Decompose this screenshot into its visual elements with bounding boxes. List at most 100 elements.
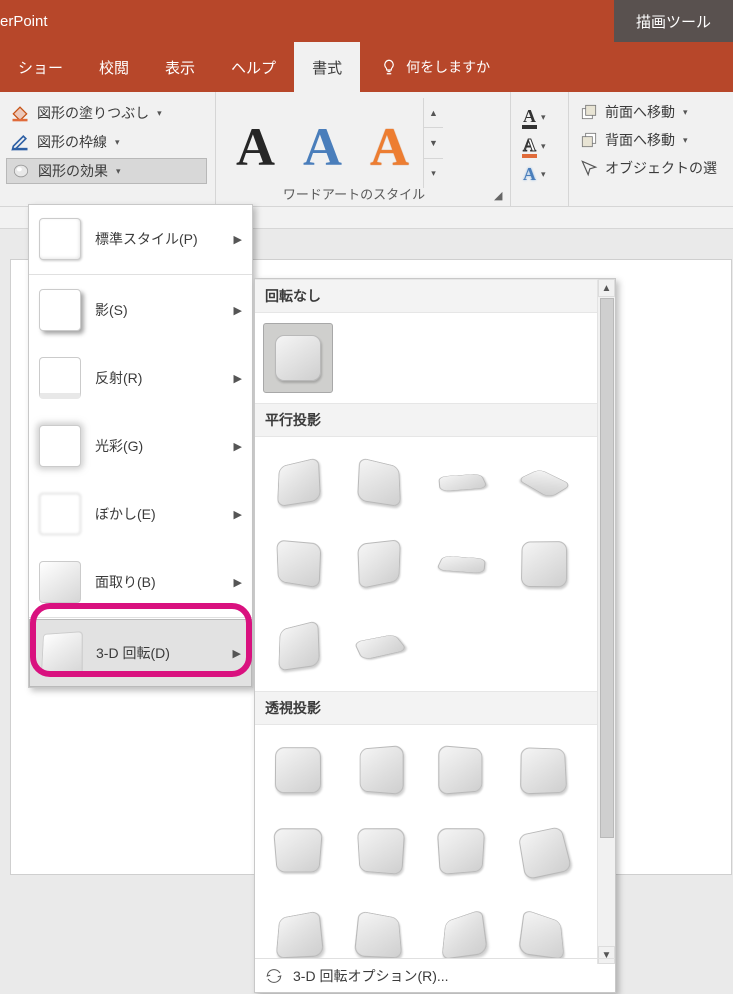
chevron-down-icon: ▾ (683, 135, 688, 146)
wordart-group-label: ワードアートのスタイル (216, 184, 492, 203)
text-fill-button[interactable]: A▾ (523, 106, 554, 129)
rotation-none-tile[interactable] (263, 323, 333, 393)
tell-me[interactable]: 何をしますか (360, 42, 490, 92)
rotation-parallel-tile[interactable] (509, 529, 579, 599)
tab-review[interactable]: 校閲 (81, 42, 147, 92)
rotation-parallel-tile[interactable] (427, 529, 497, 599)
fx-shadow[interactable]: 影(S) ▶ (29, 276, 252, 344)
rotation-parallel-tile[interactable] (345, 447, 415, 517)
wordart-style-2[interactable]: A (303, 116, 342, 178)
group-launcher-icon[interactable]: ◢ (494, 189, 506, 201)
rotation-perspective-tile[interactable] (509, 817, 579, 887)
fx-3d-rotation[interactable]: 3-D 回転(D) ▶ (29, 619, 252, 687)
ribbon: 図形の塗りつぶし ▾ 図形の枠線 ▾ 図形の効果 ▾ A (0, 92, 733, 207)
gallery-scrollbar[interactable]: ▲ ▼ (597, 279, 615, 964)
fx-bevel-label: 面取り(B) (95, 572, 156, 592)
rotation-perspective-tile[interactable] (263, 899, 333, 958)
rotation-perspective-tile[interactable] (345, 735, 415, 805)
rotation-parallel-tile[interactable] (509, 447, 579, 517)
gallery-spinner[interactable]: ▲ ▼ ▾ (423, 98, 443, 188)
section-perspective: 透視投影 (255, 691, 597, 725)
scroll-track[interactable] (600, 297, 614, 946)
chevron-down-icon: ▾ (115, 137, 120, 148)
reflection-thumb-icon (39, 357, 81, 399)
chevron-right-icon: ▶ (233, 647, 241, 660)
shape-effects-menu: 標準スタイル(P) ▶ 影(S) ▶ 反射(R) ▶ 光彩(G) ▶ ぼかし(E… (28, 204, 253, 688)
chevron-down-icon: ▾ (157, 108, 162, 119)
rotation-parallel-tile[interactable] (263, 611, 333, 681)
gallery-down-icon[interactable]: ▼ (424, 128, 443, 158)
bring-front-label: 前面へ移動 (605, 102, 675, 122)
rotation-options-button[interactable]: 3-D 回転オプション(R)... (255, 958, 615, 992)
fx-reflection-label: 反射(R) (95, 368, 142, 388)
rotation-options-label: 3-D 回転オプション(R)... (293, 966, 449, 986)
text-fill-group: A▾ A▾ A▾ (511, 92, 569, 206)
rotation-perspective-tile[interactable] (427, 817, 497, 887)
rotation-perspective-tile[interactable] (427, 899, 497, 958)
text-effects-button[interactable]: A▾ (523, 164, 554, 185)
text-outline-icon: A (523, 135, 536, 158)
fx-preset[interactable]: 標準スタイル(P) ▶ (29, 205, 252, 273)
rotation-parallel-tile[interactable] (345, 611, 415, 681)
bring-front-button[interactable]: 前面へ移動 ▾ (575, 98, 727, 126)
rotation-parallel-tile[interactable] (345, 529, 415, 599)
rotation-perspective-tile[interactable] (263, 735, 333, 805)
text-outline-button[interactable]: A▾ (523, 135, 554, 158)
lightbulb-icon (380, 58, 398, 76)
shape-effects-button[interactable]: 図形の効果 ▾ (6, 158, 207, 184)
wordart-gallery[interactable]: A A A (222, 98, 423, 188)
rotation-perspective-tile[interactable] (509, 899, 579, 958)
wordart-style-3[interactable]: A (370, 116, 409, 178)
rotation-parallel-tile[interactable] (427, 447, 497, 517)
fx-preset-label: 標準スタイル(P) (95, 229, 198, 249)
rotation-perspective-tile[interactable] (427, 735, 497, 805)
selection-pane-label: オブジェクトの選 (605, 158, 717, 178)
rotation-parallel-tile[interactable] (263, 529, 333, 599)
fx-3d-rotation-label: 3-D 回転(D) (96, 643, 170, 663)
bevel-thumb-icon (39, 561, 81, 603)
bring-front-icon (579, 102, 599, 122)
rotation-perspective-tile[interactable] (345, 817, 415, 887)
chevron-right-icon: ▶ (234, 233, 242, 246)
fx-soft-edges-label: ぼかし(E) (95, 504, 156, 524)
rotation-gallery-body: 回転なし 平行投影 透視投影 (255, 279, 597, 958)
fx-glow[interactable]: 光彩(G) ▶ (29, 412, 252, 480)
tab-help[interactable]: ヘルプ (213, 42, 294, 92)
arrange-group: 前面へ移動 ▾ 背面へ移動 ▾ オブジェクトの選 (569, 92, 733, 206)
preset-thumb-icon (39, 218, 81, 260)
gallery-up-icon[interactable]: ▲ (424, 98, 443, 128)
fx-shadow-label: 影(S) (95, 300, 128, 320)
chevron-down-icon: ▾ (683, 107, 688, 118)
send-back-button[interactable]: 背面へ移動 ▾ (575, 126, 727, 154)
selection-pane-button[interactable]: オブジェクトの選 (575, 154, 727, 182)
shape-fill-label: 図形の塗りつぶし (37, 103, 149, 123)
tell-me-label: 何をしますか (406, 57, 490, 77)
fx-reflection[interactable]: 反射(R) ▶ (29, 344, 252, 412)
fx-glow-label: 光彩(G) (95, 436, 143, 456)
rotation-parallel-tile[interactable] (263, 447, 333, 517)
shape-outline-label: 図形の枠線 (37, 132, 107, 152)
shape-fill-button[interactable]: 図形の塗りつぶし ▾ (6, 100, 207, 126)
shape-outline-button[interactable]: 図形の枠線 ▾ (6, 129, 207, 155)
wordart-style-1[interactable]: A (236, 116, 275, 178)
fx-soft-edges[interactable]: ぼかし(E) ▶ (29, 480, 252, 548)
bucket-icon (9, 102, 31, 124)
text-fill-icon: A (523, 106, 536, 129)
scroll-up-icon[interactable]: ▲ (598, 279, 615, 297)
send-back-icon (579, 130, 599, 150)
rotation-perspective-tile[interactable] (345, 899, 415, 958)
chevron-right-icon: ▶ (234, 576, 242, 589)
title-bar: erPoint 描画ツール (0, 0, 733, 42)
shape-styles-group: 図形の塗りつぶし ▾ 図形の枠線 ▾ 図形の効果 ▾ (0, 92, 216, 206)
fx-bevel[interactable]: 面取り(B) ▶ (29, 548, 252, 616)
rotation-options-icon (265, 967, 283, 985)
rotation-perspective-tile[interactable] (509, 735, 579, 805)
scroll-thumb[interactable] (600, 298, 614, 838)
chevron-right-icon: ▶ (234, 440, 242, 453)
tab-view[interactable]: 表示 (147, 42, 213, 92)
tab-slideshow[interactable]: ショー (0, 42, 81, 92)
rotation-perspective-tile[interactable] (263, 817, 333, 887)
tab-format[interactable]: 書式 (294, 42, 360, 92)
rotation-gallery: 回転なし 平行投影 透視投影 (254, 278, 616, 993)
soft-edges-thumb-icon (39, 493, 81, 535)
